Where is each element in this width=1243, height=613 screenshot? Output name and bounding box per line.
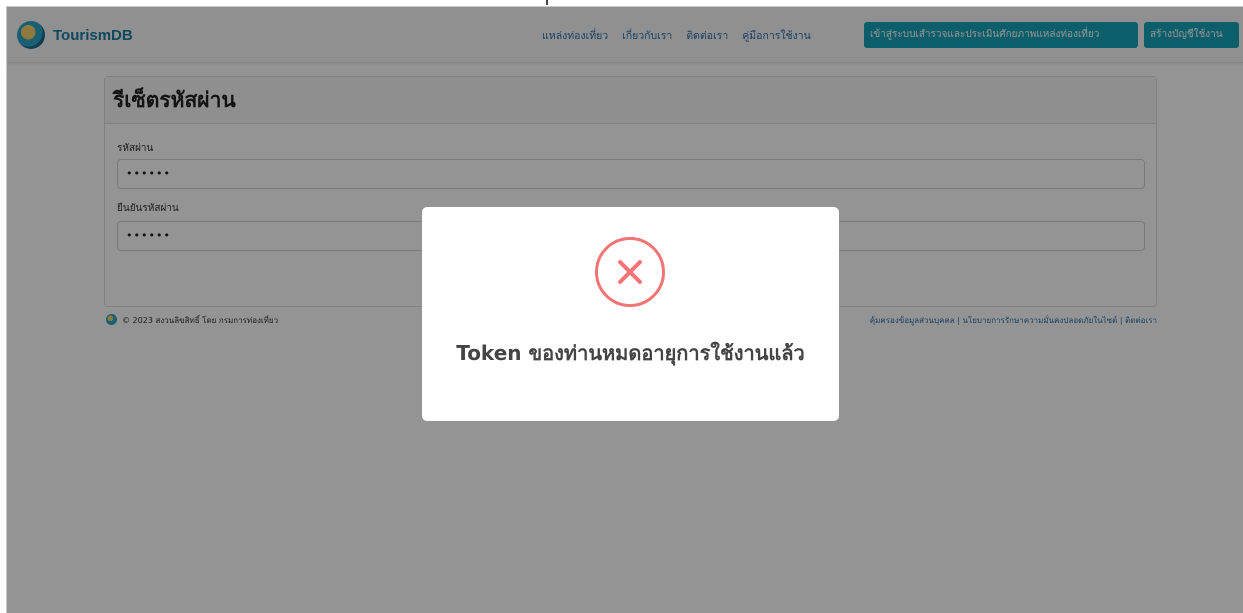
error-modal: Token ของท่านหมดอายุการใช้งานแล้ว bbox=[422, 207, 839, 421]
top-edge-mark bbox=[546, 0, 548, 5]
error-x-icon bbox=[595, 237, 665, 307]
browser-viewport: TourismDB แหล่งท่องเที่ยว เกี่ยวกับเรา ต… bbox=[6, 6, 1243, 613]
modal-message: Token ของท่านหมดอายุการใช้งานแล้ว bbox=[456, 341, 805, 365]
